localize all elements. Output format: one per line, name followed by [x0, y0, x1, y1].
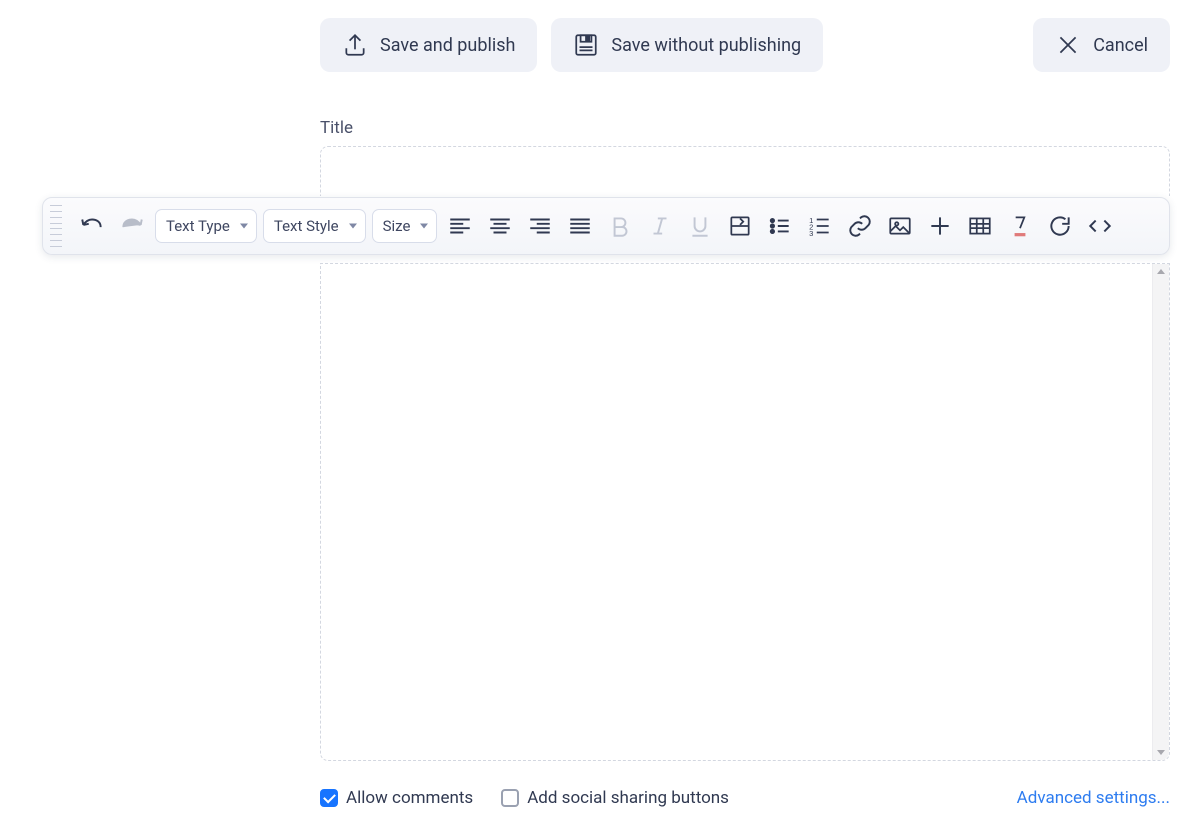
paste-special-button[interactable] [723, 209, 757, 243]
text-style-select[interactable]: Text Style [263, 209, 366, 243]
bulleted-list-button[interactable] [763, 209, 797, 243]
social-sharing-label: Add social sharing buttons [527, 788, 729, 808]
scroll-down-icon [1157, 750, 1165, 755]
redo-button[interactable] [115, 209, 149, 243]
editor-content[interactable] [321, 264, 1152, 760]
clear-format-button[interactable] [1003, 209, 1037, 243]
size-label: Size [383, 217, 411, 235]
cancel-label: Cancel [1093, 35, 1148, 56]
align-center-icon [487, 213, 513, 239]
save-without-publishing-button[interactable]: Save without publishing [551, 18, 823, 72]
advanced-settings-link[interactable]: Advanced settings... [1017, 788, 1170, 808]
code-icon [1087, 213, 1113, 239]
toolbar-drag-handle[interactable] [49, 205, 63, 247]
save-without-publishing-label: Save without publishing [611, 35, 801, 56]
bold-icon [607, 213, 633, 239]
refresh-button[interactable] [1043, 209, 1077, 243]
numbered-list-button[interactable]: 123 [803, 209, 837, 243]
image-button[interactable] [883, 209, 917, 243]
image-icon [887, 213, 913, 239]
redo-icon [119, 213, 145, 239]
link-icon [847, 213, 873, 239]
numbered-list-icon: 123 [807, 213, 833, 239]
italic-icon [647, 213, 673, 239]
table-button[interactable] [963, 209, 997, 243]
bulleted-list-icon [767, 213, 793, 239]
editor-scrollbar[interactable] [1152, 264, 1169, 760]
undo-icon [79, 213, 105, 239]
save-and-publish-label: Save and publish [380, 35, 515, 56]
footer-options: Allow comments Add social sharing button… [320, 788, 1170, 808]
scroll-up-icon [1157, 269, 1165, 274]
checkbox-unchecked-icon [501, 789, 519, 807]
title-input[interactable] [320, 146, 1170, 196]
italic-button[interactable] [643, 209, 677, 243]
title-field-label: Title [320, 118, 353, 138]
text-style-label: Text Style [274, 217, 339, 235]
save-and-publish-button[interactable]: Save and publish [320, 18, 537, 72]
clear-format-icon [1007, 213, 1033, 239]
align-justify-button[interactable] [563, 209, 597, 243]
source-code-button[interactable] [1083, 209, 1117, 243]
table-icon [967, 213, 993, 239]
align-left-icon [447, 213, 473, 239]
align-right-icon [527, 213, 553, 239]
top-actions: Save and publish Save without publishing… [320, 18, 1170, 72]
paste-split-icon [727, 213, 753, 239]
cancel-button[interactable]: Cancel [1033, 18, 1170, 72]
align-right-button[interactable] [523, 209, 557, 243]
bold-button[interactable] [603, 209, 637, 243]
text-type-label: Text Type [166, 217, 230, 235]
publish-upload-icon [342, 32, 368, 58]
social-sharing-checkbox[interactable]: Add social sharing buttons [501, 788, 729, 808]
editor-area [320, 263, 1170, 761]
undo-button[interactable] [75, 209, 109, 243]
editor-toolbar: Text Type Text Style Size [42, 197, 1170, 255]
link-button[interactable] [843, 209, 877, 243]
insert-button[interactable] [923, 209, 957, 243]
size-select[interactable]: Size [372, 209, 438, 243]
align-justify-icon [567, 213, 593, 239]
close-icon [1055, 32, 1081, 58]
floppy-save-icon [573, 32, 599, 58]
underline-icon [687, 213, 713, 239]
allow-comments-checkbox[interactable]: Allow comments [320, 788, 473, 808]
text-type-select[interactable]: Text Type [155, 209, 257, 243]
underline-button[interactable] [683, 209, 717, 243]
refresh-icon [1047, 213, 1073, 239]
align-left-button[interactable] [443, 209, 477, 243]
checkbox-checked-icon [320, 789, 338, 807]
allow-comments-label: Allow comments [346, 788, 473, 808]
align-center-button[interactable] [483, 209, 517, 243]
plus-icon [927, 213, 953, 239]
svg-text:3: 3 [810, 229, 814, 238]
